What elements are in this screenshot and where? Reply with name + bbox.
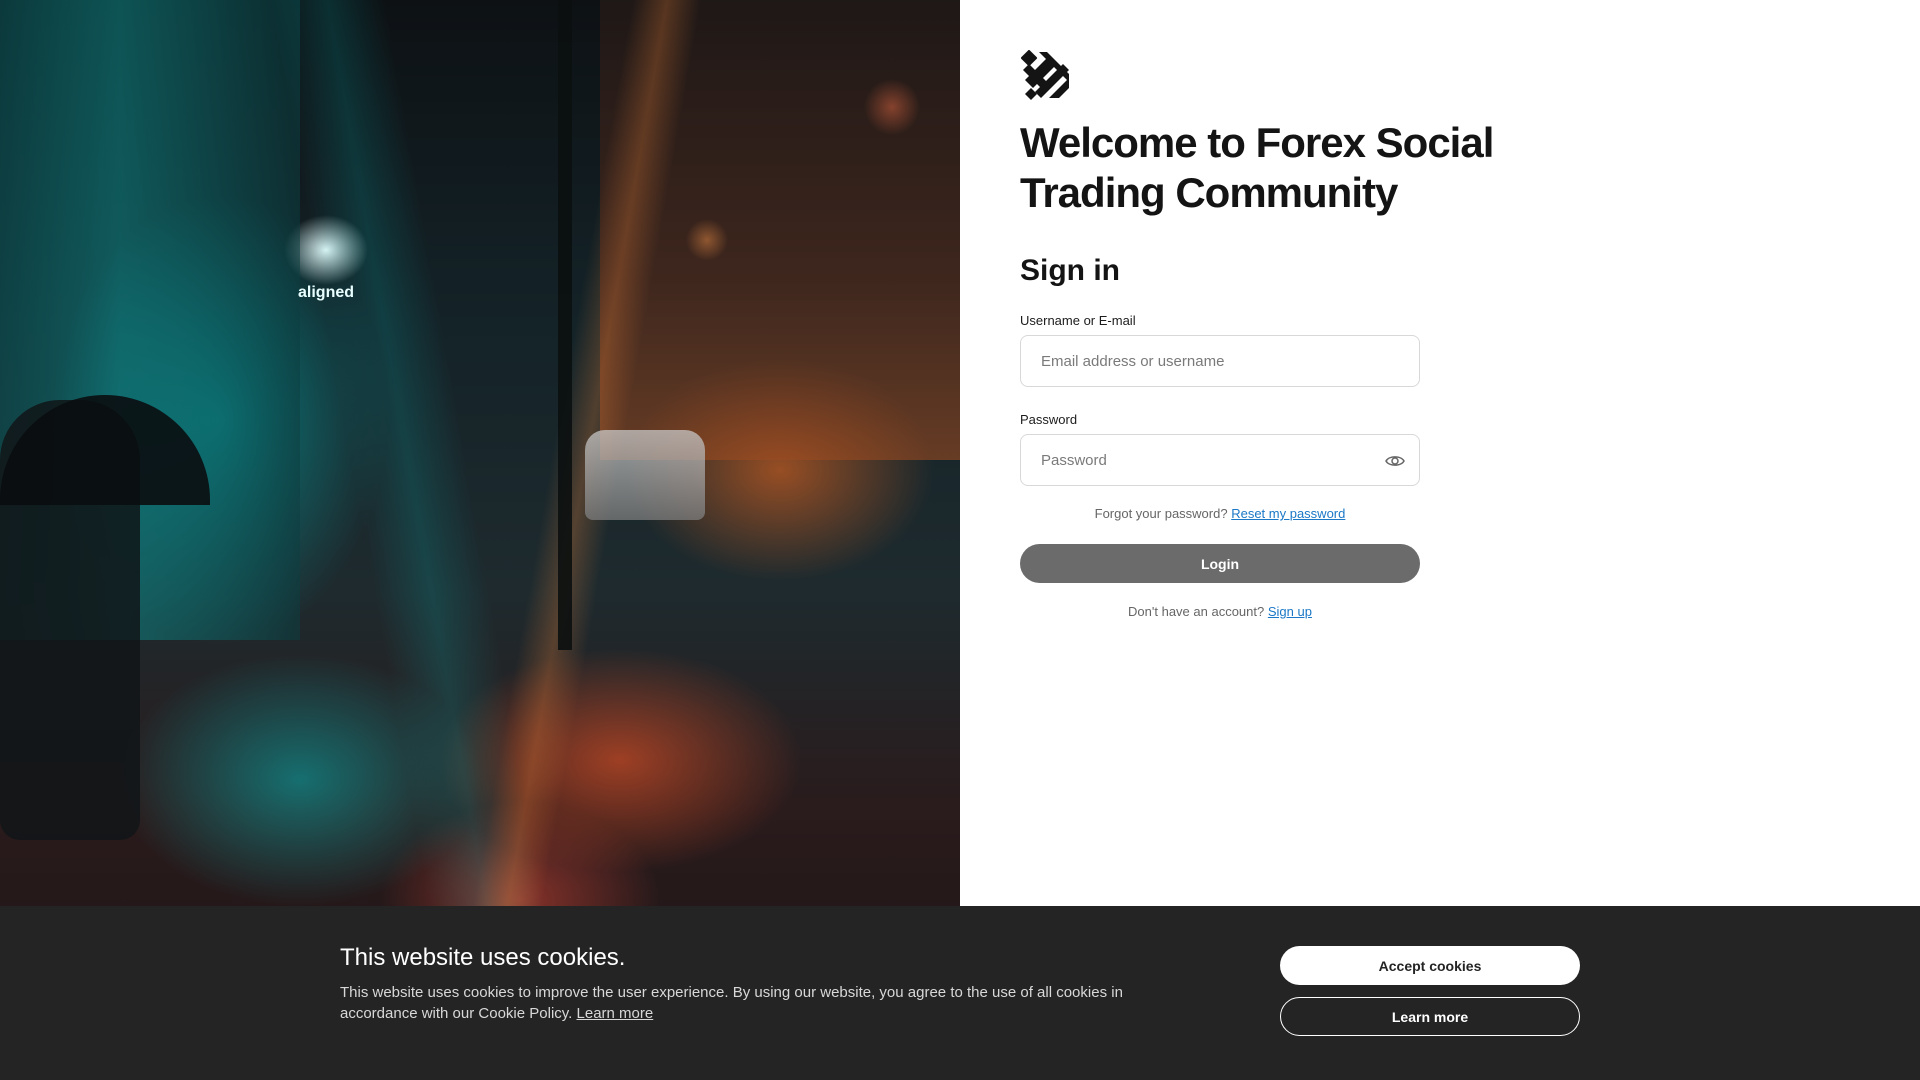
forgot-password-row: Forgot your password? Reset my password (1020, 506, 1420, 521)
no-account-text: Don't have an account? (1128, 604, 1265, 619)
photo-store-sign: aligned (298, 284, 355, 301)
username-label: Username or E-mail (1020, 313, 1136, 328)
cookie-policy-learn-more-link[interactable]: Learn more (577, 1005, 654, 1022)
forgot-password-text: Forgot your password? (1094, 506, 1228, 521)
photo-lamp-pole (558, 0, 572, 650)
welcome-heading: Welcome to Forex Social Trading Communit… (1020, 118, 1580, 218)
cookie-banner-title: This website uses cookies. (340, 944, 626, 971)
cookie-banner: This website uses cookies. This website … (0, 906, 1920, 1080)
cookie-banner-body: This website uses cookies to improve the… (340, 984, 1123, 1022)
signup-row: Don't have an account? Sign up (1020, 604, 1420, 619)
welcome-line-1: Welcome to Forex Social (1020, 119, 1494, 166)
username-input[interactable] (1020, 335, 1420, 387)
brand-logo-icon (1021, 50, 1069, 100)
welcome-line-2: Trading Community (1020, 169, 1398, 216)
login-panel: Welcome to Forex Social Trading Communit… (960, 0, 1920, 906)
accept-cookies-button[interactable]: Accept cookies (1280, 946, 1580, 985)
sign-up-link[interactable]: Sign up (1268, 604, 1312, 619)
learn-more-button[interactable]: Learn more (1280, 997, 1580, 1036)
sign-in-title: Sign in (1020, 254, 1120, 287)
reset-password-link[interactable]: Reset my password (1231, 506, 1345, 521)
cookie-banner-text: This website uses cookies to improve the… (340, 982, 1160, 1024)
photo-car (585, 430, 705, 520)
password-input[interactable] (1020, 434, 1420, 486)
login-button[interactable]: Login (1020, 544, 1420, 583)
eye-icon[interactable] (1384, 452, 1406, 470)
password-label: Password (1020, 412, 1078, 427)
